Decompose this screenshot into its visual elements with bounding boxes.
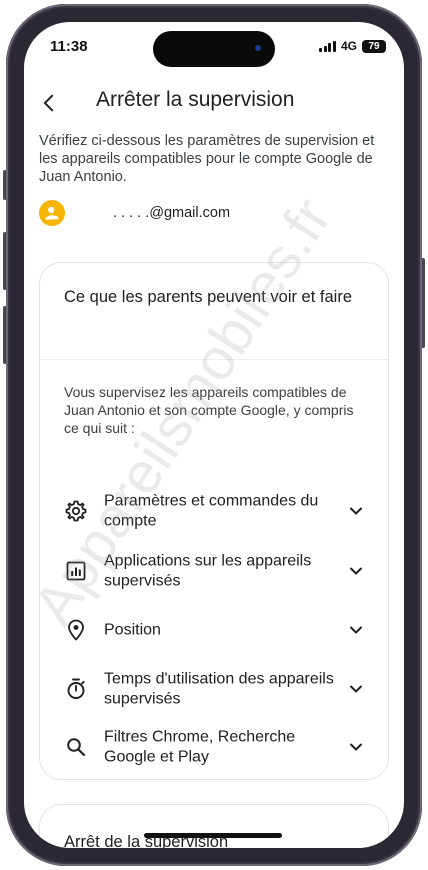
permission-item-location[interactable]: Position [40,606,388,654]
chevron-down-icon [350,743,362,751]
app-activity-icon [66,561,86,581]
card-title: Ce que les parents peuvent voir et faire [64,288,353,306]
permission-label: Temps d'utilisation des appareils superv… [104,670,334,708]
home-indicator[interactable] [144,833,282,838]
permission-label: Paramètres et commandes du compte [104,492,319,530]
permission-item-account-settings[interactable]: Paramètres et commandes du compte [40,487,388,535]
camera-icon [255,45,261,51]
status-bar: 11:38 4G 79 [24,22,404,74]
status-time: 11:38 [50,38,88,55]
location-pin-icon [68,619,84,641]
app-header: Arrêter la supervision [24,82,404,126]
supervision-permissions-card: Ce que les parents peuvent voir et faire… [39,262,389,780]
permission-item-screen-time[interactable]: Temps d'utilisation des appareils superv… [40,665,388,713]
card-description: Vous supervisez les appareils compatible… [64,384,354,436]
page-title: Arrêter la supervision [96,88,295,111]
search-icon [67,738,86,757]
status-indicators: 4G 79 [319,39,386,53]
chevron-down-icon [350,626,362,634]
network-label: 4G [340,39,357,53]
account-row: . . . . .@gmail.com [39,200,230,226]
divider [40,359,388,360]
avatar [39,200,65,226]
battery-icon: 79 [362,39,386,53]
back-button[interactable] [34,88,64,118]
permission-label: Applications sur les appareils supervisé… [104,552,312,590]
device-screenshot: 11:38 4G 79 Arrêter la supervision Vérif… [0,0,428,870]
back-arrow-icon [43,94,54,112]
gear-icon [65,500,87,522]
chevron-down-icon [350,685,362,693]
chevron-down-icon [350,567,362,575]
signal-icon [319,40,336,52]
permission-item-filters[interactable]: Filtres Chrome, Recherche Google et Play [40,723,388,771]
stop-supervision-card: Arrêt de la supervision [39,804,389,848]
chevron-down-icon [350,507,362,515]
timer-icon [67,678,85,699]
dynamic-island [153,31,275,67]
avatar-icon [45,206,59,220]
account-email: . . . . .@gmail.com [113,205,231,221]
permission-label: Filtres Chrome, Recherche Google et Play [104,728,296,766]
phone-screen: 11:38 4G 79 Arrêter la supervision Vérif… [24,22,404,848]
intro-text: Vérifiez ci-dessous les paramètres de su… [39,133,375,185]
permission-label: Position [104,621,161,639]
permission-item-apps[interactable]: Applications sur les appareils supervisé… [40,547,388,595]
